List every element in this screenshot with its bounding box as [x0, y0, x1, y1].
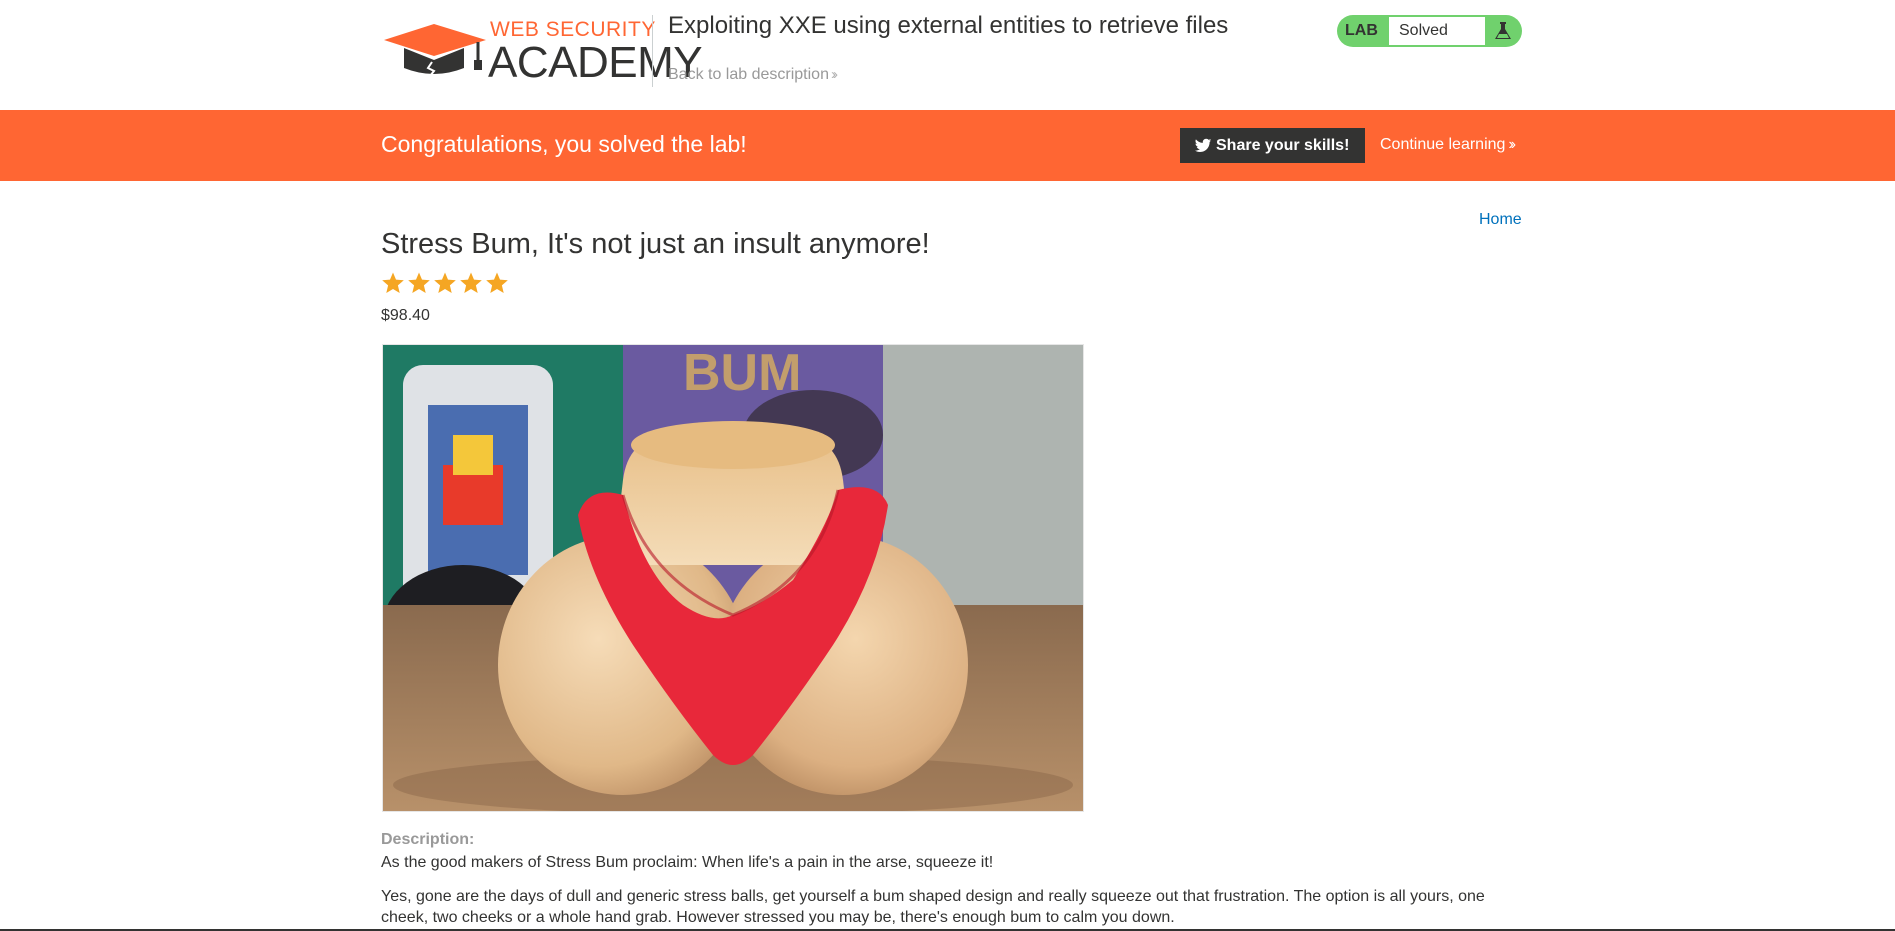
product-photo: BUM: [383, 345, 1083, 811]
star-icon: [434, 272, 456, 293]
back-to-lab-description-link[interactable]: Back to lab description ››: [668, 66, 838, 84]
double-chevron-right-icon: ››: [1508, 136, 1515, 153]
congratulations-message: Congratulations, you solved the lab!: [381, 131, 747, 157]
star-rating: [381, 271, 509, 297]
product-title: Stress Bum, It's not just an insult anym…: [381, 228, 930, 260]
description-label: Description:: [381, 831, 475, 848]
lab-status-text: Solved: [1389, 17, 1485, 45]
star-icon: [486, 272, 508, 293]
star-icon: [408, 272, 430, 293]
description-paragraph: Yes, gone are the days of dull and gener…: [381, 888, 1485, 926]
graduation-cap-logo-icon: [384, 24, 486, 77]
share-button-label: Share your skills!: [1216, 136, 1350, 154]
academy-header: WEB SECURITY ACADEMY Exploiting XXE usin…: [0, 0, 1895, 110]
header-divider: [652, 15, 653, 87]
twitter-icon: [1194, 138, 1212, 152]
share-your-skills-button[interactable]: Share your skills!: [1180, 128, 1365, 163]
lab-status-widget: LAB Solved: [1337, 15, 1522, 47]
svg-text:BUM: BUM: [683, 345, 801, 402]
continue-learning-link[interactable]: Continue learning ››: [1380, 136, 1516, 154]
product-image: BUM: [382, 344, 1084, 812]
star-icon: [382, 272, 404, 293]
double-chevron-right-icon: ››: [830, 66, 838, 83]
description-paragraph: As the good makers of Stress Bum proclai…: [381, 854, 994, 871]
continue-learning-label: Continue learning: [1380, 136, 1506, 153]
lab-title: Exploiting XXE using external entities t…: [668, 12, 1229, 39]
star-icon: [460, 272, 482, 293]
home-link[interactable]: Home: [1479, 211, 1522, 229]
web-security-academy-logo[interactable]: WEB SECURITY ACADEMY: [382, 18, 703, 88]
product-price: $98.40: [381, 307, 430, 324]
lab-solved-banner: Congratulations, you solved the lab! Sha…: [0, 110, 1895, 181]
back-link-label: Back to lab description: [668, 66, 829, 83]
lab-badge: LAB: [1345, 22, 1378, 39]
flask-icon: [1495, 22, 1511, 39]
